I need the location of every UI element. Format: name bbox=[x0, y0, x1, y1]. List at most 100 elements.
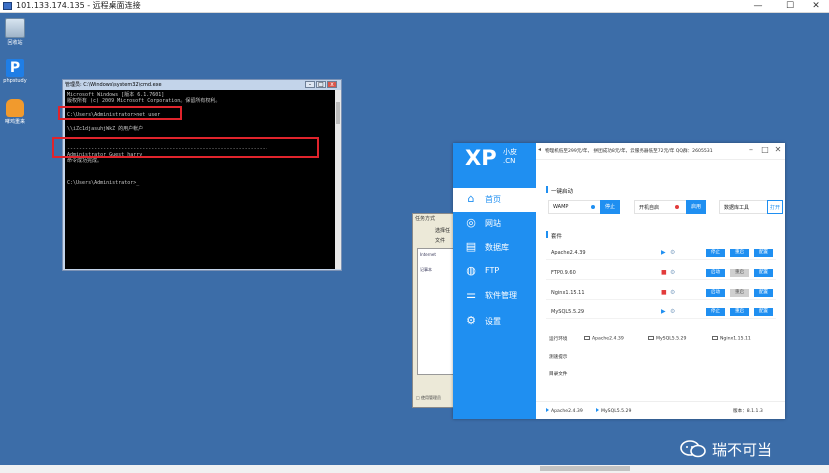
status-dot bbox=[675, 205, 679, 209]
fox-icon bbox=[6, 99, 24, 117]
service-config-button[interactable]: 配置 bbox=[754, 269, 773, 277]
dir-button-mysql[interactable]: MySQL5.5.29 bbox=[648, 336, 686, 342]
maximize-button[interactable]: ☐ bbox=[780, 0, 800, 12]
service-config-button[interactable]: 配置 bbox=[754, 289, 773, 297]
folder-icon bbox=[712, 336, 718, 340]
footer-version: 版本：8.1.1.3 bbox=[733, 409, 763, 414]
dir-button-apache[interactable]: Apache2.4.39 bbox=[584, 336, 624, 342]
link-item[interactable]: 测速提示 bbox=[549, 354, 567, 360]
play-icon bbox=[596, 408, 599, 412]
service-name: MySQL5.5.29 bbox=[551, 309, 585, 315]
scrollbar-thumb[interactable] bbox=[540, 466, 630, 471]
task-window[interactable]: 任务方式 选择任 文件 Internet 记事本 □ 使用管理员 bbox=[412, 213, 457, 408]
service-row-nginx: Nginx1.15.11 ■ ⚙ 启动 重启 配置 bbox=[546, 287, 776, 300]
xp-maximize-button[interactable]: □ bbox=[760, 145, 770, 155]
xp-panel-window[interactable]: XP 小皮 .CN ⌂ 首页 ◎ 网站 ▤ 数据库 ◍ FTP ⚌ 软件管理 ⚙… bbox=[453, 143, 785, 419]
horizontal-scrollbar[interactable] bbox=[0, 465, 829, 473]
service-start-button[interactable]: 启动 bbox=[706, 289, 725, 297]
stop-icon: ■ bbox=[661, 289, 667, 296]
remote-desktop-icon bbox=[3, 2, 12, 10]
desktop-icon-label: phpstudy bbox=[3, 78, 27, 84]
task-window-option[interactable]: □ 使用管理员 bbox=[416, 395, 441, 401]
service-config-button[interactable]: 配置 bbox=[754, 308, 773, 316]
play-icon: ▶ bbox=[661, 249, 666, 256]
console-line: \\iZc1djasuhjWkZ 的用户帐户 bbox=[67, 126, 144, 132]
phpstudy-icon: P bbox=[6, 59, 24, 77]
xp-logo-text: 小皮 bbox=[503, 148, 517, 156]
console-line: 版权所有 (c) 2009 Microsoft Corporation。保留所有… bbox=[67, 98, 221, 104]
xp-footer: Apache2.4.39 MySQL5.5.29 版本：8.1.1.3 bbox=[536, 401, 785, 420]
recycle-bin-icon bbox=[5, 18, 25, 38]
nav-label: 软件管理 bbox=[485, 291, 517, 300]
nav-item-settings[interactable]: ⚙ 设置 bbox=[453, 310, 536, 334]
list-item[interactable]: 记事本 bbox=[420, 267, 432, 273]
service-name: Nginx1.15.11 bbox=[551, 290, 585, 296]
service-restart-button[interactable]: 重启 bbox=[730, 308, 749, 316]
database-icon: ▤ bbox=[465, 240, 477, 253]
console-line: 命令成功完成。 bbox=[67, 158, 103, 164]
highlight-box bbox=[58, 106, 182, 120]
stop-icon: ■ bbox=[661, 269, 667, 276]
link-item[interactable]: 目录文件 bbox=[549, 371, 567, 377]
gear-icon[interactable]: ⚙ bbox=[670, 308, 675, 315]
announcement-text[interactable]: 物理机低至299元/年， 拼团成功8元/年，云服务器低至72元/年 QQ群：26… bbox=[545, 148, 713, 154]
dbtool-box: 数据库工具 打开 bbox=[719, 200, 783, 214]
remote-desktop: 回收站 P phpstudy 哮鸡重来 管理员: C:\Windows\syst… bbox=[0, 13, 829, 465]
rdp-title: 101.133.174.135 - 远程桌面连接 bbox=[16, 1, 141, 10]
env-label: 运行环境 bbox=[549, 337, 568, 342]
section-title-quick: 一键启动 bbox=[551, 189, 574, 195]
wamp-label: WAMP bbox=[553, 204, 569, 210]
desktop-icon-phpstudy[interactable]: P phpstudy bbox=[0, 59, 30, 84]
status-dot bbox=[591, 205, 595, 209]
folder-icon bbox=[648, 336, 654, 340]
nav-item-website[interactable]: ◎ 网站 bbox=[453, 212, 536, 236]
dbtool-open-button[interactable]: 打开 bbox=[767, 200, 783, 214]
wamp-stop-button[interactable]: 停止 bbox=[600, 200, 620, 214]
nav-label: 网站 bbox=[485, 219, 501, 228]
nav-item-home[interactable]: ⌂ 首页 bbox=[453, 188, 536, 212]
service-stop-button[interactable]: 停止 bbox=[706, 249, 725, 257]
gear-icon[interactable]: ⚙ bbox=[670, 289, 675, 296]
service-restart-button[interactable]: 重启 bbox=[730, 249, 749, 257]
dir-label: Nginx1.15.11 bbox=[720, 336, 751, 342]
cmd-title: 管理员: C:\Windows\system32\cmd.exe bbox=[65, 82, 162, 88]
cmd-minimize-button[interactable]: - bbox=[305, 81, 315, 88]
xp-close-button[interactable]: ✕ bbox=[773, 145, 783, 155]
wamp-box: WAMP 停止 bbox=[548, 200, 620, 214]
service-start-button[interactable]: 启动 bbox=[706, 269, 725, 277]
desktop-icon-recycle-bin[interactable]: 回收站 bbox=[0, 18, 30, 46]
cmd-maximize-button[interactable]: □ bbox=[316, 81, 326, 88]
nav-item-software[interactable]: ⚌ 软件管理 bbox=[453, 284, 536, 308]
list-item[interactable]: Internet bbox=[420, 252, 436, 257]
xp-logo: XP bbox=[465, 146, 497, 170]
desktop-icon-fox[interactable]: 哮鸡重来 bbox=[0, 99, 30, 125]
close-button[interactable]: ✕ bbox=[806, 0, 826, 12]
nav-label: 数据库 bbox=[485, 243, 509, 252]
service-restart-button[interactable]: 重启 bbox=[730, 289, 749, 297]
dbtool-label: 数据库工具 bbox=[724, 205, 750, 211]
service-row-apache: Apache2.4.39 ▶ ⚙ 停止 重启 配置 bbox=[546, 247, 776, 260]
footer-label: Apache2.4.39 bbox=[551, 409, 583, 414]
cmd-close-button[interactable]: x bbox=[327, 81, 337, 88]
xp-minimize-button[interactable]: – bbox=[746, 145, 756, 155]
footer-service-mysql[interactable]: MySQL5.5.29 bbox=[596, 408, 631, 414]
home-icon: ⌂ bbox=[467, 192, 475, 205]
gear-icon[interactable]: ⚙ bbox=[670, 249, 675, 256]
service-stop-button[interactable]: 停止 bbox=[706, 308, 725, 316]
desktop-icon-label: 回收站 bbox=[7, 40, 23, 46]
footer-service-apache[interactable]: Apache2.4.39 bbox=[546, 408, 583, 414]
task-window-list[interactable]: Internet 记事本 bbox=[417, 248, 456, 375]
task-window-text: 选择任 bbox=[435, 228, 451, 234]
cmd-scrollbar[interactable] bbox=[335, 90, 341, 269]
autostart-enable-button[interactable]: 启用 bbox=[686, 200, 706, 214]
minimize-button[interactable]: — bbox=[748, 0, 768, 12]
dir-button-nginx[interactable]: Nginx1.15.11 bbox=[712, 336, 751, 342]
service-row-mysql: MySQL5.5.29 ▶ ⚙ 停止 重启 配置 bbox=[546, 306, 776, 319]
service-restart-button[interactable]: 重启 bbox=[730, 269, 749, 277]
gear-icon[interactable]: ⚙ bbox=[670, 269, 675, 276]
footer-label: MySQL5.5.29 bbox=[601, 409, 632, 414]
service-config-button[interactable]: 配置 bbox=[754, 249, 773, 257]
autostart-box: 开机自启 启用 bbox=[634, 200, 706, 214]
nav-item-database[interactable]: ▤ 数据库 bbox=[453, 236, 536, 260]
nav-item-ftp[interactable]: ◍ FTP bbox=[453, 260, 536, 284]
